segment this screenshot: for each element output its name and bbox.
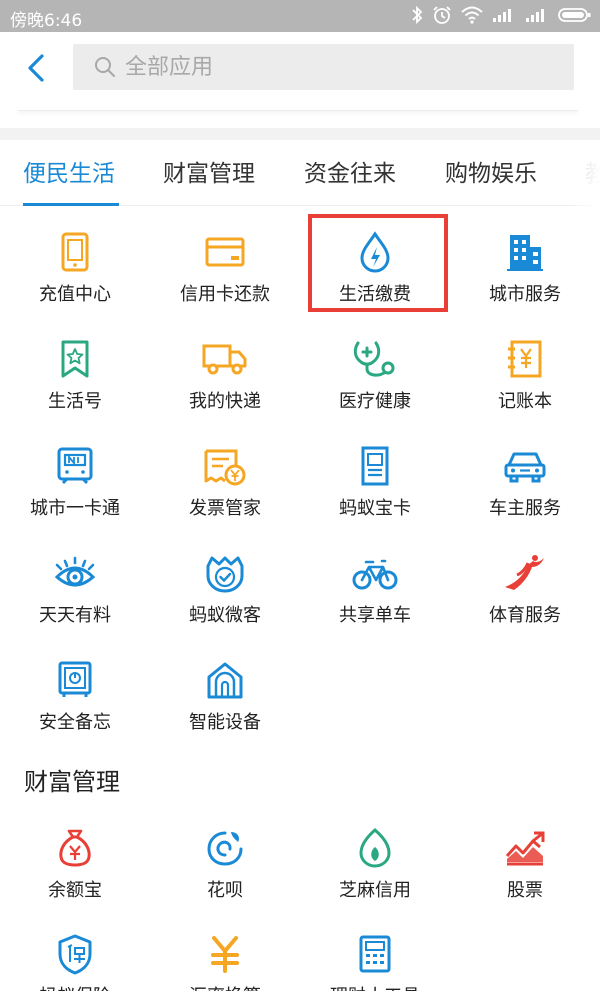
chevron-left-icon (28, 54, 44, 82)
app-label: 体育服务 (489, 605, 561, 626)
city-building-icon (501, 228, 549, 276)
eye-icon (51, 549, 99, 597)
app-label: 理财小工具 (300, 982, 450, 991)
app-recharge[interactable]: 充值中心 (0, 208, 150, 314)
stock-chart-icon (501, 824, 549, 872)
sesame-icon (351, 824, 399, 872)
app-label: 信用卡还款 (180, 284, 270, 305)
ledger-icon (501, 335, 549, 383)
money-bag-icon (51, 824, 99, 872)
stethoscope-icon (351, 335, 399, 383)
tab-life-services[interactable]: 便民生活 (23, 154, 115, 188)
app-daily-news[interactable]: 天天有料 (0, 529, 150, 635)
collapsed-apps-strip (0, 104, 600, 128)
app-label: 股票 (507, 880, 543, 901)
app-label: 蚂蚁宝卡 (339, 498, 411, 519)
app-label: 城市服务 (489, 284, 561, 305)
app-car-owner[interactable]: 车主服务 (450, 422, 600, 528)
app-huabei[interactable]: 花呗 (150, 804, 300, 910)
app-sports[interactable]: 体育服务 (450, 529, 600, 635)
section-title-wealth: 财富管理 (24, 768, 120, 796)
highlight-annotation (308, 214, 448, 312)
safe-icon (51, 656, 99, 704)
app-yuebao[interactable]: 余额宝 (0, 804, 150, 910)
tab-wealth[interactable]: 财富管理 (163, 154, 255, 188)
car-icon (501, 442, 549, 490)
bicycle-icon (351, 549, 399, 597)
app-label: 充值中心 (39, 284, 111, 305)
app-label: 我的快递 (189, 391, 261, 412)
category-tabs: 便民生活 财富管理 资金往来 购物娱乐 教 (0, 140, 600, 206)
app-label: 芝麻信用 (339, 880, 411, 901)
app-bike-share[interactable]: 共享单车 (300, 529, 450, 635)
app-label: 安全备忘 (39, 712, 111, 733)
app-label: 余额宝 (48, 880, 102, 901)
app-label: 天天有料 (39, 605, 111, 626)
wifi-icon (461, 6, 483, 24)
app-label: 医疗健康 (339, 391, 411, 412)
app-label: 车主服务 (489, 498, 561, 519)
app-ant-sim[interactable]: 蚂蚁宝卡 (300, 422, 450, 528)
app-label: 共享单车 (339, 605, 411, 626)
section-divider (0, 128, 600, 140)
app-label: 生活号 (48, 391, 102, 412)
app-stocks[interactable]: 股票 (450, 804, 600, 910)
app-finance-tools[interactable]: 理财小工具 (300, 910, 450, 991)
app-ant-weike[interactable]: 蚂蚁微客 (150, 529, 300, 635)
app-sesame-credit[interactable]: 芝麻信用 (300, 804, 450, 910)
app-currency-exchange[interactable]: 汇率换算 (150, 910, 300, 991)
status-time: 傍晚6:46 (10, 11, 83, 31)
alarm-icon (433, 6, 451, 24)
signal-icon (493, 9, 511, 22)
bluetooth-icon (412, 5, 423, 25)
signal-2-icon (526, 9, 544, 22)
status-icons (411, 5, 592, 25)
app-health[interactable]: 医疗健康 (300, 315, 450, 421)
app-ant-insurance[interactable]: 蚂蚁保险 (0, 910, 150, 991)
app-label: 汇率换算 (150, 982, 300, 991)
search-icon (93, 55, 117, 79)
sim-card-icon (351, 442, 399, 490)
app-label: 花呗 (207, 880, 243, 901)
truck-icon (201, 335, 249, 383)
app-credit-card-repay[interactable]: 信用卡还款 (150, 208, 300, 314)
yen-exchange-icon (201, 930, 249, 978)
calculator-icon (351, 930, 399, 978)
smart-home-icon (201, 656, 249, 704)
transit-card-icon (51, 442, 99, 490)
insurance-shield-icon (51, 930, 99, 978)
app-label: 记账本 (498, 391, 552, 412)
app-label: 城市一卡通 (30, 498, 120, 519)
app-ledger[interactable]: 记账本 (450, 315, 600, 421)
battery-icon (558, 8, 591, 22)
huabei-icon (201, 824, 249, 872)
tab-funds[interactable]: 资金往来 (304, 154, 396, 188)
app-invoice[interactable]: 发票管家 (150, 422, 300, 528)
app-lifestyle-account[interactable]: 生活号 (0, 315, 150, 421)
back-button[interactable] (18, 50, 54, 86)
app-label: 发票管家 (189, 498, 261, 519)
app-label: 智能设备 (189, 712, 261, 733)
search-input[interactable] (125, 54, 545, 80)
search-box[interactable] (73, 44, 574, 90)
bookmark-star-icon (51, 335, 99, 383)
phone-icon (51, 228, 99, 276)
app-label: 蚂蚁微客 (189, 605, 261, 626)
app-city-card[interactable]: 城市一卡通 (0, 422, 150, 528)
app-city-services[interactable]: 城市服务 (450, 208, 600, 314)
app-my-express[interactable]: 我的快递 (150, 315, 300, 421)
app-label: 蚂蚁保险 (0, 982, 150, 991)
app-smart-device[interactable]: 智能设备 (150, 636, 300, 742)
status-bar: 傍晚6:46 (0, 0, 600, 32)
invoice-icon (201, 442, 249, 490)
shield-check-icon (201, 549, 249, 597)
sports-icon (501, 549, 549, 597)
top-bar (0, 32, 600, 104)
credit-card-icon (201, 228, 249, 276)
tab-shopping[interactable]: 购物娱乐 (445, 154, 537, 188)
active-tab-indicator (23, 203, 119, 206)
app-security-memo[interactable]: 安全备忘 (0, 636, 150, 742)
